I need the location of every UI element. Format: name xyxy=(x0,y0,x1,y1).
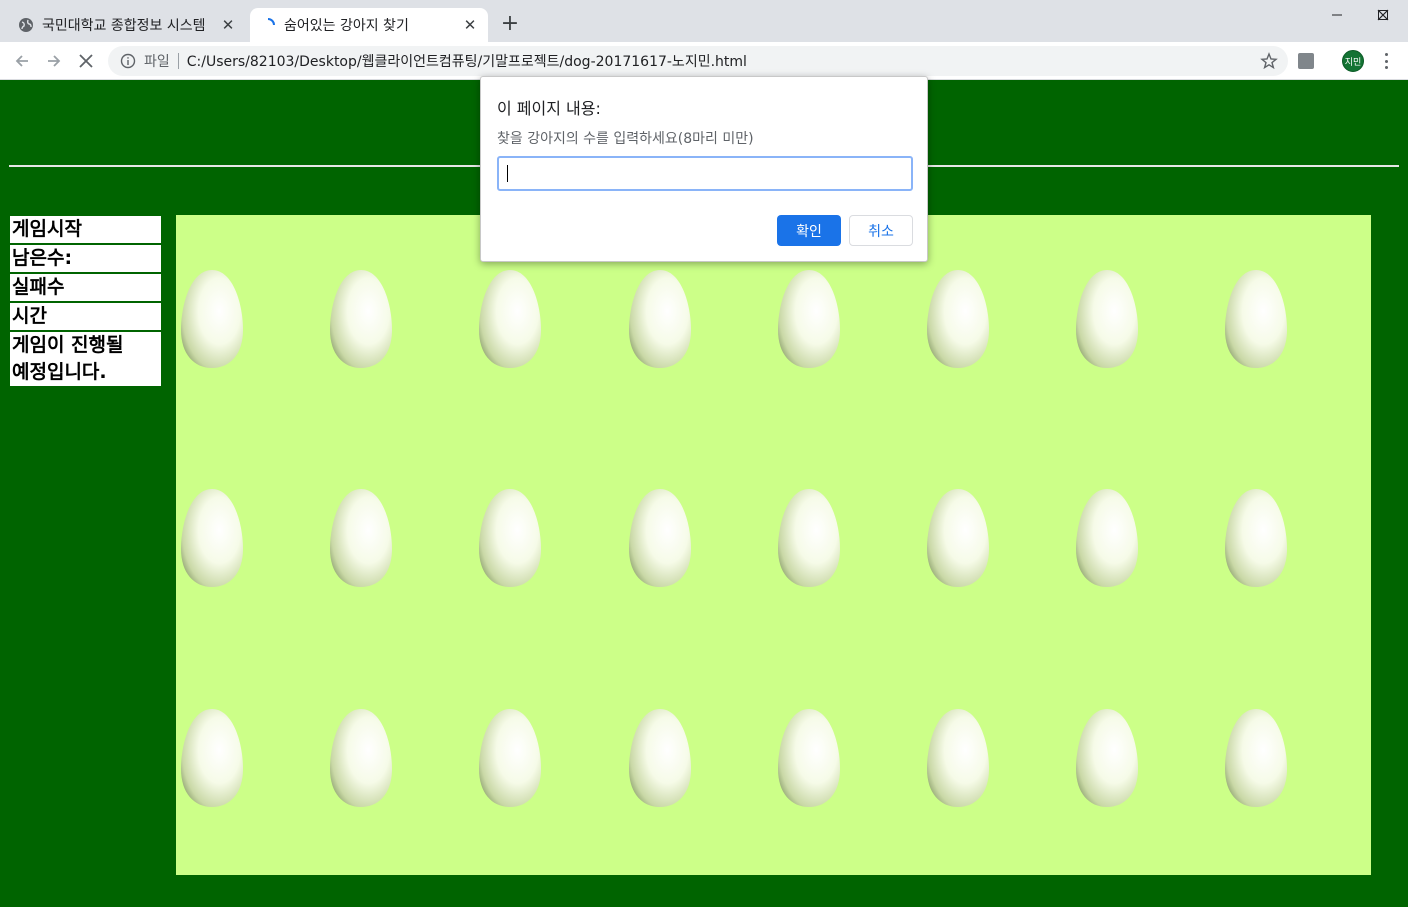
extension-icon[interactable] xyxy=(1298,53,1314,69)
browser-titlebar: 국민대학교 종합정보 시스템 ✕ 숨어있는 강아지 찾기 ✕ + xyxy=(0,0,1408,42)
close-window-button[interactable] xyxy=(1360,0,1406,30)
egg-icon[interactable] xyxy=(1074,487,1140,589)
dialog-message: 찾을 강아지의 수를 입력하세요(8마리 미만) xyxy=(497,131,754,147)
stop-x-icon xyxy=(79,54,93,68)
menu-icon[interactable] xyxy=(1378,51,1394,71)
egg-icon[interactable] xyxy=(179,487,245,589)
dog-count-input[interactable] xyxy=(497,156,913,191)
egg-icon[interactable] xyxy=(477,707,543,809)
egg-icon[interactable] xyxy=(179,268,245,370)
egg-icon[interactable] xyxy=(925,487,991,589)
address-separator xyxy=(177,53,179,69)
tab-close-icon[interactable]: ✕ xyxy=(220,16,236,34)
globe-icon xyxy=(18,17,34,33)
egg-icon[interactable] xyxy=(328,707,394,809)
arrow-left-icon xyxy=(15,55,28,67)
egg-icon[interactable] xyxy=(925,707,991,809)
dialog-title: 이 페이지 내용: xyxy=(497,99,601,118)
bookmark-star-icon[interactable] xyxy=(1260,52,1278,70)
egg-icon[interactable] xyxy=(776,487,842,589)
egg-icon[interactable] xyxy=(1223,707,1289,809)
game-info-panel: 게임시작 남은수: 실패수 시간 게임이 진행될 예정입니다. xyxy=(10,216,161,388)
egg-icon[interactable] xyxy=(627,268,693,370)
tab-close-icon[interactable]: ✕ xyxy=(462,16,478,34)
forward-button[interactable] xyxy=(42,49,66,73)
egg-icon[interactable] xyxy=(179,707,245,809)
url-scheme-label: 파일 xyxy=(144,54,170,70)
egg-icon[interactable] xyxy=(776,707,842,809)
start-game-button[interactable]: 게임시작 xyxy=(10,216,161,245)
egg-icon[interactable] xyxy=(1223,487,1289,589)
egg-icon[interactable] xyxy=(328,268,394,370)
info-icon[interactable] xyxy=(120,53,136,69)
game-status-line: 게임이 진행될 xyxy=(12,334,124,356)
game-board xyxy=(176,215,1371,875)
fail-count-label: 실패수 xyxy=(10,274,161,303)
cancel-button[interactable]: 취소 xyxy=(849,215,913,246)
egg-icon[interactable] xyxy=(1223,268,1289,370)
game-status-line: 예정입니다. xyxy=(12,361,107,383)
egg-icon[interactable] xyxy=(627,487,693,589)
address-bar[interactable]: 파일 C:/Users/82103/Desktop/웹클라이언트컴퓨팅/기말프로… xyxy=(108,46,1288,76)
egg-icon[interactable] xyxy=(1074,268,1140,370)
tab-dog-game[interactable]: 숨어있는 강아지 찾기 ✕ xyxy=(250,8,488,42)
egg-icon[interactable] xyxy=(925,268,991,370)
minimize-icon xyxy=(1332,14,1342,16)
url-text[interactable]: C:/Users/82103/Desktop/웹클라이언트컴퓨팅/기말프로젝트/… xyxy=(187,51,747,71)
egg-icon[interactable] xyxy=(477,268,543,370)
game-status-text: 게임이 진행될 예정입니다. xyxy=(10,332,161,388)
profile-avatar[interactable]: 지민 xyxy=(1342,50,1364,72)
tab-kookmin[interactable]: 국민대학교 종합정보 시스템 ✕ xyxy=(8,8,246,42)
ok-button[interactable]: 확인 xyxy=(777,215,841,246)
loading-spinner-icon xyxy=(260,17,276,33)
text-caret xyxy=(507,165,508,182)
egg-icon[interactable] xyxy=(776,268,842,370)
time-label: 시간 xyxy=(10,303,161,332)
egg-icon[interactable] xyxy=(328,487,394,589)
tab-title: 숨어있는 강아지 찾기 xyxy=(284,18,409,34)
prompt-dialog: 이 페이지 내용: 찾을 강아지의 수를 입력하세요(8마리 미만) 확인 취소 xyxy=(480,76,928,262)
egg-icon[interactable] xyxy=(477,487,543,589)
tab-title: 국민대학교 종합정보 시스템 xyxy=(42,18,206,34)
remaining-count-label: 남은수: xyxy=(10,245,161,274)
egg-icon[interactable] xyxy=(627,707,693,809)
minimize-button[interactable] xyxy=(1314,0,1360,30)
arrow-right-icon xyxy=(48,55,61,67)
back-button[interactable] xyxy=(10,49,34,73)
new-tab-button[interactable]: + xyxy=(498,13,522,37)
egg-icon[interactable] xyxy=(1074,707,1140,809)
stop-button[interactable] xyxy=(74,49,98,73)
close-icon xyxy=(1377,9,1389,21)
browser-toolbar: 파일 C:/Users/82103/Desktop/웹클라이언트컴퓨팅/기말프로… xyxy=(0,42,1408,80)
